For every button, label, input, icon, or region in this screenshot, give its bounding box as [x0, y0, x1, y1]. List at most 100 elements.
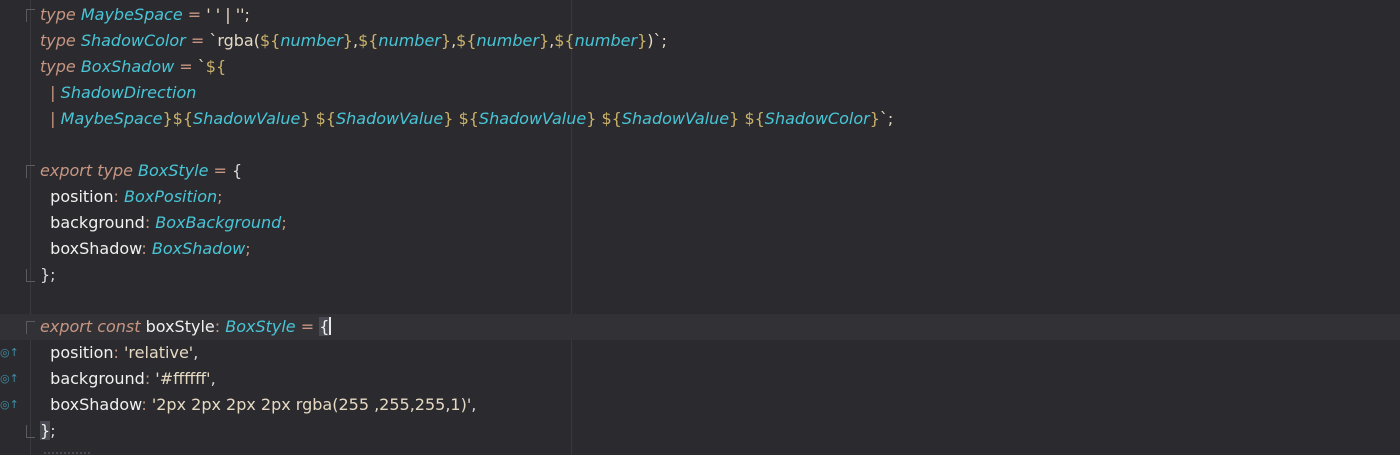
- code-token: }: [40, 421, 51, 440]
- code-line[interactable]: };: [0, 418, 1400, 444]
- code-token: =: [174, 57, 198, 76]
- code-token: :: [214, 317, 226, 336]
- code-token: ShadowColor: [80, 31, 186, 50]
- code-line[interactable]: [0, 132, 1400, 158]
- code-token: MaybeSpace: [60, 109, 163, 128]
- implements-override-icon[interactable]: ◎↑: [0, 392, 19, 418]
- code-token: ${: [456, 31, 477, 50]
- code-token: '#ffffff': [155, 369, 211, 388]
- fold-toggle-icon[interactable]: [26, 165, 35, 178]
- code-line[interactable]: | MaybeSpace}${ShadowValue} ${ShadowValu…: [0, 106, 1400, 132]
- code-line[interactable]: [0, 288, 1400, 314]
- code-token: type: [40, 31, 81, 50]
- implements-override-icon[interactable]: ◎↑: [0, 366, 19, 392]
- scroll-hint: [44, 449, 90, 454]
- code-token: ShadowValue: [335, 109, 444, 128]
- code-token: ${: [744, 109, 765, 128]
- implements-override-icon[interactable]: ◎↑: [0, 340, 19, 366]
- code-line[interactable]: export type BoxStyle = {: [0, 158, 1400, 184]
- code-token: BoxBackground: [155, 213, 282, 232]
- code-editor[interactable]: type MaybeSpace = ' ' | ''; type ShadowCo…: [0, 0, 1400, 455]
- code-token: ;: [217, 187, 223, 206]
- code-token: ;: [50, 421, 56, 440]
- code-token: };: [40, 265, 56, 284]
- code-text[interactable]: position: BoxPosition;: [40, 184, 223, 210]
- code-token: :: [113, 343, 125, 362]
- code-token: ${: [259, 31, 281, 50]
- code-text[interactable]: | MaybeSpace}${ShadowValue} ${ShadowValu…: [40, 106, 893, 132]
- code-line[interactable]: type ShadowColor = `rgba(${number},${num…: [0, 28, 1400, 54]
- code-token: }${: [162, 109, 194, 128]
- code-token: =: [208, 161, 233, 180]
- code-token: }: [300, 109, 311, 128]
- code-token: BoxStyle: [138, 161, 209, 180]
- code-token: number: [476, 31, 539, 50]
- code-token: :: [141, 239, 152, 258]
- code-token: ${: [458, 109, 479, 128]
- code-text[interactable]: boxShadow: BoxShadow;: [40, 236, 250, 262]
- fold-toggle-icon[interactable]: [26, 321, 35, 334]
- code-token: position: [40, 187, 114, 206]
- code-token: background: [40, 369, 145, 388]
- code-text[interactable]: };: [40, 262, 56, 288]
- code-token: background: [40, 213, 145, 232]
- code-token: type: [40, 5, 81, 24]
- code-token: number: [378, 31, 441, 50]
- code-token: ${: [554, 31, 575, 50]
- code-token: ' ' | '';: [206, 5, 250, 24]
- code-token: boxShadow: [40, 395, 142, 414]
- code-token: ;: [281, 213, 287, 232]
- code-token: ShadowValue: [193, 109, 301, 128]
- code-token: number: [280, 31, 343, 50]
- code-text[interactable]: };: [40, 418, 56, 444]
- code-token: number: [574, 31, 638, 50]
- code-token: ShadowValue: [478, 109, 587, 128]
- code-text[interactable]: boxShadow: '2px 2px 2px 2px rgba(255 ,25…: [40, 392, 476, 418]
- code-line[interactable]: export const boxStyle: BoxStyle = {: [0, 314, 1400, 340]
- code-token: }: [586, 109, 597, 128]
- code-token: ,: [210, 369, 216, 388]
- code-line[interactable]: };: [0, 262, 1400, 288]
- code-token: BoxShadow: [151, 239, 246, 258]
- code-token: position: [40, 343, 114, 362]
- code-text[interactable]: background: '#ffffff',: [40, 366, 216, 392]
- code-line[interactable]: ◎↑ background: '#ffffff',: [0, 366, 1400, 392]
- code-token: boxStyle: [145, 317, 215, 336]
- code-text[interactable]: type ShadowColor = `rgba(${number},${num…: [40, 28, 667, 54]
- code-token: :: [141, 395, 152, 414]
- code-line[interactable]: | ShadowDirection: [0, 80, 1400, 106]
- fold-toggle-icon[interactable]: [26, 269, 35, 282]
- code-token: =: [185, 31, 210, 50]
- code-text[interactable]: | ShadowDirection: [40, 80, 196, 106]
- code-text[interactable]: background: BoxBackground;: [40, 210, 287, 236]
- code-line[interactable]: position: BoxPosition;: [0, 184, 1400, 210]
- code-text[interactable]: position: 'relative',: [40, 340, 198, 366]
- code-token: }: [869, 109, 880, 128]
- code-token: export type: [40, 161, 139, 180]
- code-token: export const: [40, 317, 146, 336]
- code-line[interactable]: ◎↑ boxShadow: '2px 2px 2px 2px rgba(255 …: [0, 392, 1400, 418]
- code-text[interactable]: export type BoxStyle = {: [40, 158, 242, 184]
- code-text[interactable]: type MaybeSpace = ' ' | '';: [40, 2, 250, 28]
- code-token: type: [40, 57, 81, 76]
- code-token: }: [637, 31, 648, 50]
- code-token: )`;: [647, 31, 667, 50]
- code-token: |: [40, 109, 61, 128]
- code-token: `;: [879, 109, 894, 128]
- code-line[interactable]: background: BoxBackground;: [0, 210, 1400, 236]
- code-token: ${: [205, 57, 227, 76]
- code-text[interactable]: type BoxShadow = `${: [40, 54, 226, 80]
- code-token: MaybeSpace: [80, 5, 183, 24]
- code-line[interactable]: type MaybeSpace = ' ' | '';: [0, 2, 1400, 28]
- code-token: }: [729, 109, 740, 128]
- code-token: :: [144, 213, 156, 232]
- fold-toggle-icon[interactable]: [26, 425, 35, 438]
- code-text[interactable]: export const boxStyle: BoxStyle = {: [40, 314, 332, 340]
- fold-toggle-icon[interactable]: [26, 9, 35, 22]
- code-token: ShadowColor: [764, 109, 870, 128]
- code-line[interactable]: boxShadow: BoxShadow;: [0, 236, 1400, 262]
- code-token: :: [113, 187, 125, 206]
- code-token: }: [443, 109, 454, 128]
- code-line[interactable]: type BoxShadow = `${: [0, 54, 1400, 80]
- code-line[interactable]: ◎↑ position: 'relative',: [0, 340, 1400, 366]
